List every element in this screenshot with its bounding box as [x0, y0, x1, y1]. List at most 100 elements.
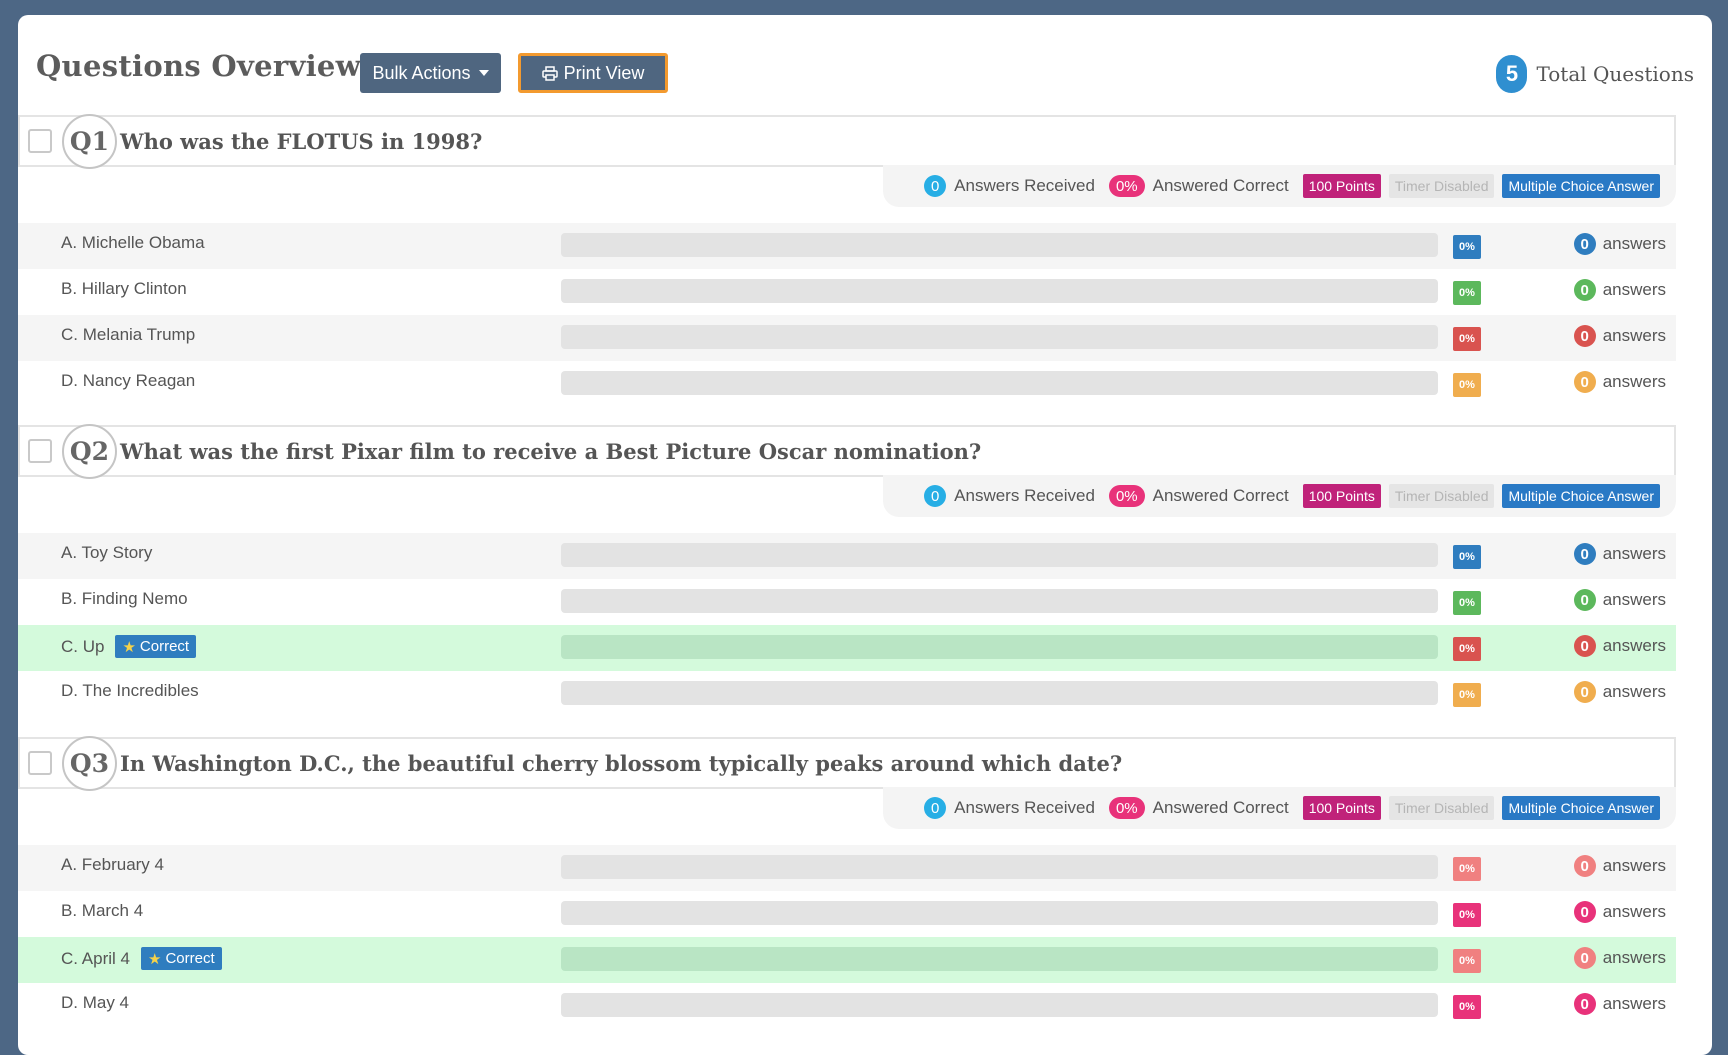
answer-option-label: A. Michelle Obama	[61, 233, 205, 253]
answer-count-badge: 0	[1573, 855, 1596, 877]
answer-percent-badge: 0%	[1453, 683, 1481, 707]
answer-option-row: B. March 4 0% 0 answers	[18, 891, 1676, 937]
answer-option-label: C. April 4 ★ Correct	[61, 947, 222, 970]
answer-progress-bar	[561, 635, 1438, 659]
print-view-label: Print View	[563, 62, 645, 83]
answer-option-text: A. Toy Story	[61, 543, 153, 562]
answer-option-text: A. February 4	[61, 855, 164, 874]
question-type-badge: Multiple Choice Answer	[1502, 484, 1660, 508]
answered-correct-percent: 0%	[1108, 797, 1145, 819]
answer-count: 0 answers	[1573, 325, 1666, 347]
answer-count-badge: 0	[1573, 589, 1596, 611]
answer-count-badge: 0	[1573, 371, 1596, 393]
question-header: Q1 Who was the FLOTUS in 1998?	[18, 114, 1676, 169]
answered-correct-label: Answered Correct	[1152, 798, 1289, 817]
answer-option-label: D. Nancy Reagan	[61, 371, 195, 391]
answer-percent-badge: 0%	[1453, 591, 1481, 615]
answered-correct-percent: 0%	[1108, 175, 1145, 197]
timer-badge: Timer Disabled	[1388, 796, 1495, 820]
correct-tag-label: Correct	[165, 950, 215, 967]
question-type-badge: Multiple Choice Answer	[1502, 796, 1660, 820]
answer-count: 0 answers	[1573, 279, 1666, 301]
answer-option-label: C. Melania Trump	[61, 325, 195, 345]
answer-count-badge: 0	[1573, 233, 1596, 255]
answer-count-badge: 0	[1573, 947, 1596, 969]
caret-down-icon	[478, 70, 489, 76]
question-select-checkbox[interactable]	[28, 129, 52, 153]
bulk-actions-button[interactable]: Bulk Actions	[360, 53, 501, 93]
question-number: Q2	[62, 424, 117, 479]
answers-received-label: Answers Received	[954, 798, 1095, 817]
printer-icon	[541, 65, 558, 81]
answer-option-row: D. The Incredibles 0% 0 answers	[18, 671, 1676, 717]
answer-count-badge: 0	[1573, 635, 1596, 657]
question-select-checkbox[interactable]	[28, 439, 52, 463]
answer-option-text: D. Nancy Reagan	[61, 371, 196, 390]
answer-count: 0 answers	[1573, 543, 1666, 565]
correct-tag: ★ Correct	[115, 635, 197, 658]
answer-percent-badge: 0%	[1453, 903, 1481, 927]
page-title: Questions Overview	[36, 49, 361, 83]
answers-received-label: Answers Received	[954, 176, 1095, 195]
answer-count-badge: 0	[1573, 543, 1596, 565]
answer-percent-badge: 0%	[1453, 327, 1481, 351]
answer-percent-badge: 0%	[1453, 857, 1481, 881]
answer-progress-bar	[561, 589, 1438, 613]
print-view-button[interactable]: Print View	[518, 53, 668, 93]
answer-percent-badge: 0%	[1453, 949, 1481, 973]
question-text: In Washington D.C., the beautiful cherry…	[120, 751, 1123, 776]
question-select-checkbox[interactable]	[28, 751, 52, 775]
question-stats: 0 Answers Received 0% Answered Correct 100 P…	[883, 165, 1676, 207]
points-badge: 100 Points	[1302, 796, 1381, 820]
answer-option-row: A. Toy Story 0% 0 answers	[18, 533, 1676, 579]
answer-count-label: answers	[1602, 280, 1666, 299]
answers-received-label: Answers Received	[954, 486, 1095, 505]
answer-option-row: C. April 4 ★ Correct 0% 0 answers	[18, 937, 1676, 983]
answer-count-label: answers	[1602, 590, 1666, 609]
answer-percent-badge: 0%	[1453, 995, 1481, 1019]
answer-count-badge: 0	[1573, 279, 1596, 301]
points-badge: 100 Points	[1302, 484, 1381, 508]
answer-progress-bar	[561, 901, 1438, 925]
answer-option-text: D. May 4	[61, 993, 130, 1012]
answer-percent-badge: 0%	[1453, 637, 1481, 661]
question-number: Q3	[62, 736, 117, 791]
answer-option-label: D. May 4	[61, 993, 129, 1013]
answer-count: 0 answers	[1573, 947, 1666, 969]
star-icon: ★	[122, 638, 136, 656]
answer-option-label: C. Up ★ Correct	[61, 635, 197, 658]
answer-progress-bar	[561, 279, 1438, 303]
answer-percent-badge: 0%	[1453, 235, 1481, 259]
answered-correct-label: Answered Correct	[1152, 486, 1289, 505]
total-questions-count: 5	[1496, 55, 1528, 93]
answer-options: A. February 4 0% 0 answers B. March 4 0% 0 answ…	[18, 845, 1676, 1029]
correct-tag: ★ Correct	[140, 947, 222, 970]
answer-count-badge: 0	[1573, 325, 1596, 347]
answer-options: A. Toy Story 0% 0 answers B. Finding Nemo 0% 0…	[18, 533, 1676, 717]
answer-percent-badge: 0%	[1453, 281, 1481, 305]
answer-count-label: answers	[1602, 856, 1666, 875]
answer-option-row: D. May 4 0% 0 answers	[18, 983, 1676, 1029]
answers-received-count: 0	[924, 175, 947, 197]
question-header: Q2 What was the first Pixar film to recei…	[18, 424, 1676, 479]
answer-options: A. Michelle Obama 0% 0 answers B. Hillary Cl…	[18, 223, 1676, 407]
answer-progress-bar	[561, 371, 1438, 395]
answer-option-row: B. Hillary Clinton 0% 0 answers	[18, 269, 1676, 315]
total-questions: 5 Total Questions	[1496, 55, 1694, 93]
answer-count-label: answers	[1602, 902, 1666, 921]
answer-progress-bar	[561, 233, 1438, 257]
answer-count: 0 answers	[1573, 681, 1666, 703]
answer-progress-bar	[561, 855, 1438, 879]
bulk-actions-label: Bulk Actions	[372, 62, 471, 83]
answer-count-badge: 0	[1573, 901, 1596, 923]
answered-correct-percent: 0%	[1108, 485, 1145, 507]
answer-count-label: answers	[1602, 682, 1666, 701]
answer-option-row: D. Nancy Reagan 0% 0 answers	[18, 361, 1676, 407]
answer-option-row: A. February 4 0% 0 answers	[18, 845, 1676, 891]
answer-count: 0 answers	[1573, 371, 1666, 393]
question-text: What was the first Pixar film to receive…	[120, 439, 982, 464]
timer-badge: Timer Disabled	[1388, 484, 1495, 508]
star-icon: ★	[147, 950, 162, 968]
answer-count-badge: 0	[1573, 681, 1596, 703]
answer-option-text: C. April 4	[61, 948, 130, 968]
